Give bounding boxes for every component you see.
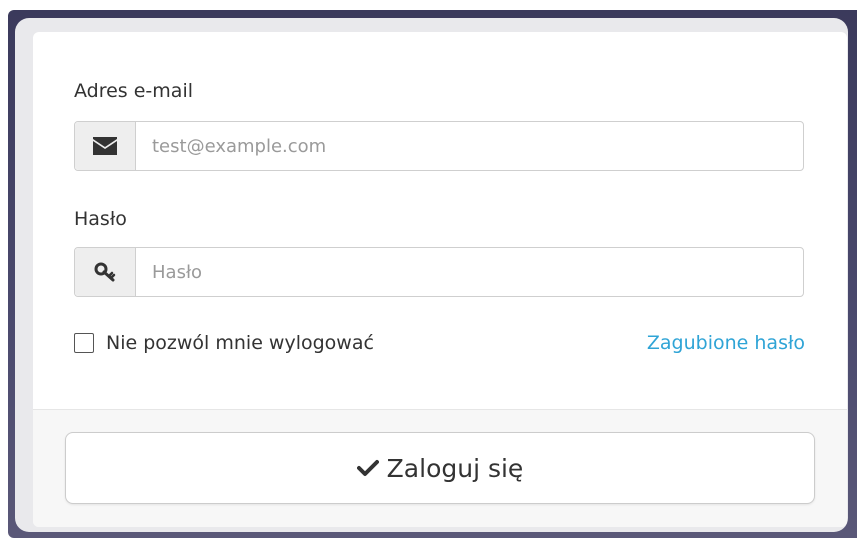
email-input-group bbox=[74, 121, 804, 171]
login-button[interactable]: Zaloguj się bbox=[65, 432, 815, 504]
email-addon bbox=[75, 122, 136, 170]
remember-me[interactable]: Nie pozwól mnie wylogować bbox=[74, 332, 374, 354]
form-footer: Zaloguj się bbox=[33, 409, 847, 527]
envelope-icon bbox=[93, 137, 117, 155]
password-input-group bbox=[74, 247, 804, 297]
remember-checkbox[interactable] bbox=[74, 333, 94, 353]
password-label: Hasło bbox=[74, 208, 127, 230]
email-label: Adres e-mail bbox=[74, 80, 194, 102]
checkmark-icon bbox=[356, 459, 379, 477]
password-addon bbox=[75, 248, 136, 296]
login-form: Adres e-mail Hasło bbox=[33, 32, 847, 527]
key-icon bbox=[94, 262, 116, 282]
password-field[interactable] bbox=[136, 248, 803, 296]
remember-label: Nie pozwól mnie wylogować bbox=[106, 332, 374, 354]
lost-password-link[interactable]: Zagubione hasło bbox=[647, 332, 805, 354]
login-button-label: Zaloguj się bbox=[386, 453, 524, 483]
email-field[interactable] bbox=[136, 122, 803, 170]
